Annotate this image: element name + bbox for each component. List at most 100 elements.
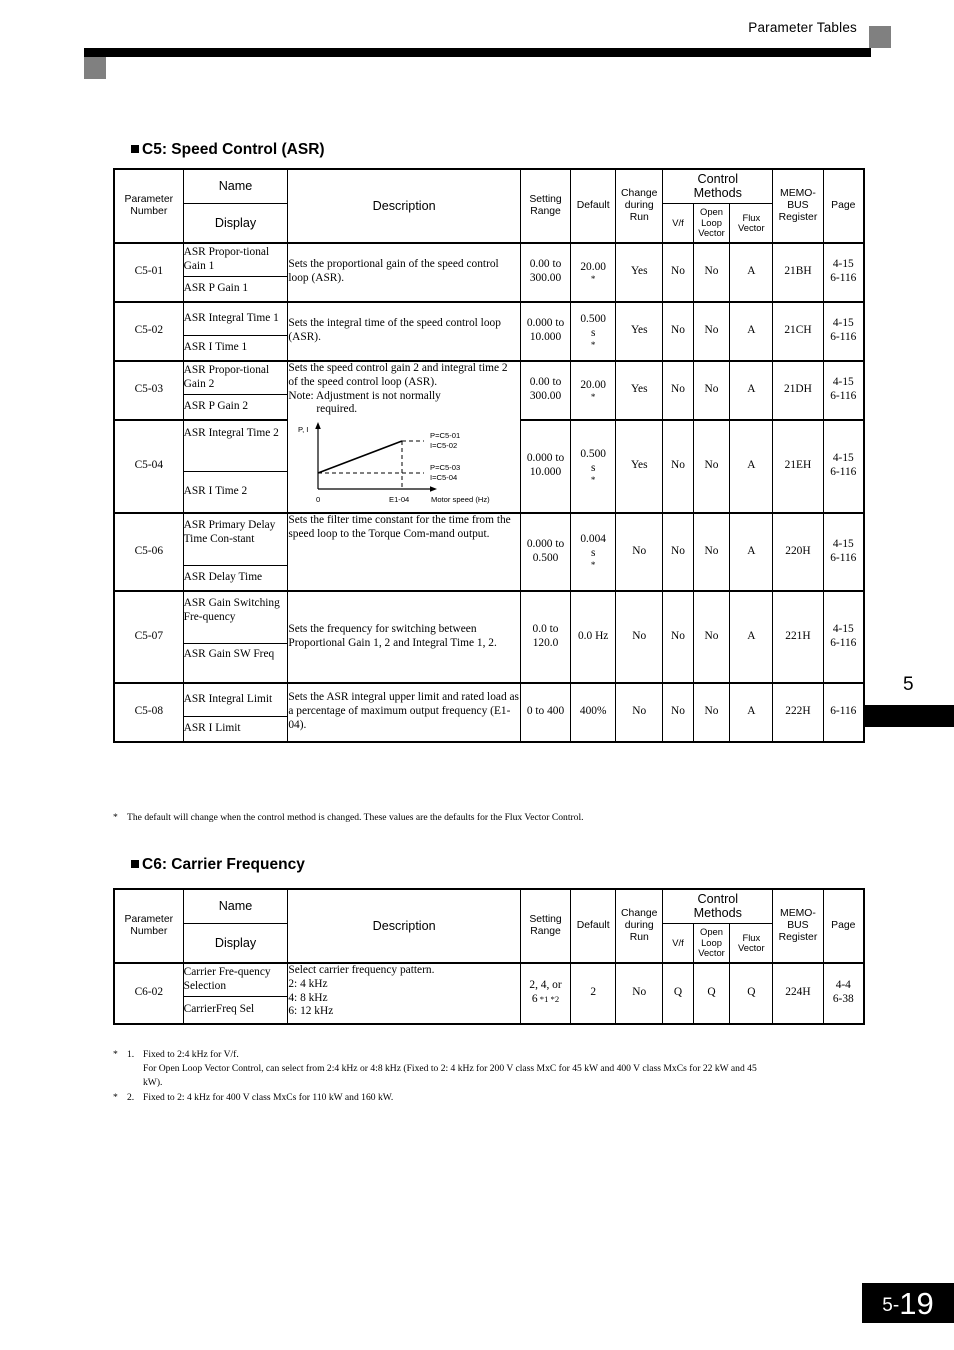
th-default: Default — [570, 888, 617, 964]
asr-gain-switching-graph: P, I 0 E1-04 Motor speed (Hz) P=C5-01 I=… — [290, 419, 516, 507]
cell-parameter-number: C5-02 — [113, 300, 184, 362]
th-name: Name — [182, 888, 289, 924]
cell-description: Sets the integral time of the speed cont… — [287, 300, 521, 362]
th-display: Display — [182, 922, 289, 964]
graph-x-tick-label: E1-04 — [389, 495, 409, 504]
table-row: C5-03 ASR Propor-­tional Gain 2 Sets the… — [113, 359, 865, 514]
c6-footnote-1: * 1. Fixed to 2:4 kHz for V/f. For Open … — [113, 1048, 873, 1090]
th-parameter-number: Parameter Number — [113, 168, 184, 244]
section-heading-c6-label: C6: Carrier Frequency — [142, 856, 305, 873]
cell-memobus-register: 222H — [772, 681, 824, 743]
c5-footnote-mark: * — [113, 812, 118, 823]
folio-chapter: 5- — [882, 1295, 900, 1316]
section-heading-c6: C6: Carrier Frequency — [131, 856, 305, 874]
header-title: Parameter Tables — [748, 20, 857, 35]
cell-vf: No — [662, 511, 694, 592]
cell-default: 20.00 * — [570, 359, 617, 421]
c6-table-body: C6-02 Carrier Fre-­quency Selection Sele… — [113, 961, 865, 1025]
cell-default: 0.500 s * — [570, 300, 617, 362]
cell-default: 20.00 * — [570, 241, 617, 303]
description-line-3: 4: 8 kHz — [288, 991, 328, 1004]
cell-default: 0.500 s * — [570, 418, 617, 514]
cell-vf: No — [662, 300, 694, 362]
th-setting-range: Setting Range — [519, 168, 572, 244]
cell-open-loop-vector: No — [692, 511, 731, 592]
cell-change-during-run: No — [615, 589, 664, 684]
cell-setting-range: 0.00 to 300.00 — [519, 359, 572, 421]
graph-y-axis-label: P, I — [298, 425, 308, 434]
cell-parameter-number: C5-04 — [113, 418, 184, 514]
cell-display: ASR I Limit — [182, 715, 289, 743]
graph-annotation-top-i: I=C5-02 — [430, 441, 457, 450]
c5-table-body: C5-01 ASR Propor-­tional Gain 1 Sets the… — [113, 241, 865, 743]
cell-description: Sets the ASR integral upper limit and ra… — [287, 681, 521, 743]
cell-default: 2 — [570, 961, 617, 1025]
cell-flux-vector: A — [729, 359, 774, 421]
cell-memobus-register: 21EH — [772, 418, 824, 514]
cell-flux-vector: A — [729, 589, 774, 684]
section-heading-c5-label: C5: Speed Control (ASR) — [142, 141, 325, 158]
c6-footnote-2-number: 2. — [127, 1092, 135, 1103]
th-change-during-run: Change during Run — [615, 168, 664, 244]
table-row: C5-08 ASR Integral Limit Sets the ASR in… — [113, 681, 865, 743]
cell-vf: Q — [662, 961, 694, 1025]
description-line-2: 2: 4 kHz — [288, 977, 328, 990]
th-flux-vector: Flux Vector — [729, 202, 774, 244]
cell-display: CarrierFreq Sel — [182, 995, 289, 1025]
c6-footnote-1-line2: For Open Loop Vector Control, can select… — [143, 1062, 757, 1074]
c6-footnote-1-line1: Fixed to 2:4 kHz for V/f. — [143, 1049, 239, 1060]
cell-default: 0.0 Hz — [570, 589, 617, 684]
cell-display: ASR Gain SW Freq — [182, 642, 289, 684]
cell-page: 4-15 6-116 — [822, 241, 865, 303]
cell-memobus-register: 21BH — [772, 241, 824, 303]
cell-default: 400% — [570, 681, 617, 743]
table-row: C5-01 ASR Propor-­tional Gain 1 Sets the… — [113, 241, 865, 303]
table-row: C5-02 ASR Integral Time 1 Sets the integ… — [113, 300, 865, 362]
square-bullet-icon — [131, 860, 139, 868]
cell-flux-vector: A — [729, 681, 774, 743]
cell-vf: No — [662, 241, 694, 303]
graph-annotation-top-p: P=C5-01 — [430, 431, 460, 440]
cell-memobus-register: 21CH — [772, 300, 824, 362]
page-folio: 5-19 — [862, 1283, 954, 1323]
cell-memobus-register: 21DH — [772, 359, 824, 421]
header-rule — [84, 48, 871, 57]
cell-page: 4-15 6-116 — [822, 300, 865, 362]
cell-vf: No — [662, 681, 694, 743]
cell-change-during-run: No — [615, 961, 664, 1025]
cell-change-during-run: Yes — [615, 359, 664, 421]
c6-footnote-1-number: 1. — [127, 1049, 135, 1060]
cell-description: Select carrier frequency pattern. 2: 4 k… — [287, 961, 521, 1025]
cell-page: 4-15 6-116 — [822, 359, 865, 421]
c6-table-head: Parameter Number Name Description Settin… — [113, 888, 865, 964]
cell-description: Sets the filter time constant for the ti… — [287, 511, 521, 592]
page-header: Parameter Tables — [0, 0, 954, 79]
cell-description: Sets the frequency for switching between… — [287, 589, 521, 684]
cell-open-loop-vector: No — [692, 589, 731, 684]
header-square-left — [84, 57, 106, 79]
th-memobus-register: MEMO- BUS Register — [772, 888, 824, 964]
th-description: Description — [287, 888, 521, 964]
c6-footnote-1-line3: kW). — [143, 1076, 163, 1088]
cell-vf: No — [662, 589, 694, 684]
square-bullet-icon — [131, 145, 139, 153]
cell-parameter-number: C5-06 — [113, 511, 184, 592]
cell-flux-vector: Q — [729, 961, 774, 1025]
th-flux-vector: Flux Vector — [729, 922, 774, 964]
c5-parameter-table: Parameter Number Name Description Settin… — [113, 168, 865, 743]
th-description: Description — [287, 168, 521, 244]
cell-vf: No — [662, 418, 694, 514]
cell-flux-vector: A — [729, 241, 774, 303]
th-memobus-register: MEMO- BUS Register — [772, 168, 824, 244]
c6-footnote-2: * 2. Fixed to 2: 4 kHz for 400 V class M… — [113, 1091, 873, 1105]
graph-annotation-bottom-p: P=C5-03 — [430, 463, 460, 472]
cell-setting-range: 0.000 to 0.500 — [519, 511, 572, 592]
cell-open-loop-vector: No — [692, 241, 731, 303]
c6-footnote-1-mark: * — [113, 1049, 118, 1060]
cell-page: 4-15 6-116 — [822, 511, 865, 592]
cell-name: ASR Integral Time 1 — [182, 300, 289, 336]
c5-footnote: * The default will change when the contr… — [113, 811, 853, 825]
graph-origin-label: 0 — [316, 495, 320, 504]
c6-parameter-table: Parameter Number Name Description Settin… — [113, 888, 865, 1025]
th-vf: V/f — [662, 202, 694, 244]
